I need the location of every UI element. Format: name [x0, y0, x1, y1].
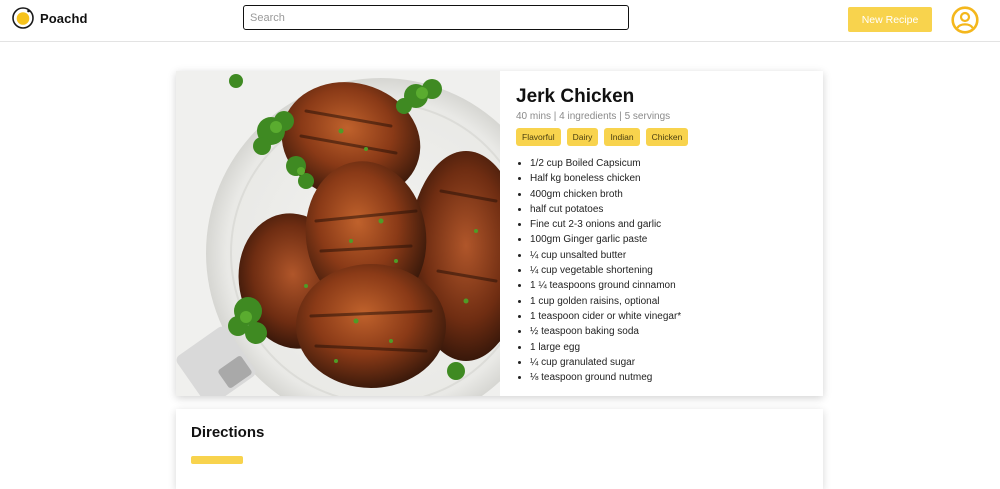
- search-input[interactable]: [243, 5, 629, 30]
- recipe-meta: 40 mins | 4 ingredients | 5 servings: [516, 111, 671, 122]
- ingredient-item: 1 ¼ teaspoons ground cinnamon: [530, 278, 816, 293]
- ingredient-item: ⅛ teaspoon ground nutmeg: [530, 370, 816, 385]
- logo-link[interactable]: Poachd: [12, 7, 88, 29]
- directions-card: Directions: [176, 409, 823, 489]
- ingredient-item: Half kg boneless chicken: [530, 171, 816, 186]
- ingredient-item: ¼ cup unsalted butter: [530, 248, 816, 263]
- user-avatar-icon[interactable]: [951, 6, 979, 34]
- directions-step-bar: [191, 456, 243, 464]
- ingredient-item: half cut potatoes: [530, 202, 816, 217]
- ingredient-item: ¼ cup granulated sugar: [530, 355, 816, 370]
- top-navbar: Poachd New Recipe: [0, 0, 1000, 42]
- ingredient-item: 1 cup golden raisins, optional: [530, 294, 816, 309]
- ingredient-item: ½ teaspoon baking soda: [530, 324, 816, 339]
- ingredient-item: 1/2 cup Boiled Capsicum: [530, 156, 816, 171]
- recipe-card: Jerk Chicken 40 mins | 4 ingredients | 5…: [176, 71, 823, 396]
- directions-heading: Directions: [191, 424, 265, 441]
- tag-list: Flavorful Dairy Indian Chicken: [516, 128, 816, 146]
- tag-chip[interactable]: Dairy: [566, 128, 599, 146]
- tag-chip[interactable]: Chicken: [645, 128, 689, 146]
- tag-chip[interactable]: Indian: [604, 128, 640, 146]
- egg-logo-icon: [12, 7, 34, 29]
- ingredient-item: 400gm chicken broth: [530, 187, 816, 202]
- ingredient-item: 100gm Ginger garlic paste: [530, 232, 816, 247]
- app-name: Poachd: [40, 10, 88, 26]
- recipe-photo: [176, 71, 500, 396]
- ingredient-item: 1 teaspoon cider or white vinegar*: [530, 309, 816, 324]
- ingredient-item: ¼ cup vegetable shortening: [530, 263, 816, 278]
- recipe-title: Jerk Chicken: [516, 86, 635, 107]
- ingredient-item: Fine cut 2-3 onions and garlic: [530, 217, 816, 232]
- new-recipe-button[interactable]: New Recipe: [848, 7, 932, 32]
- ingredient-list: 1/2 cup Boiled Capsicum Half kg boneless…: [516, 156, 816, 385]
- ingredient-item: 1 large egg: [530, 340, 816, 355]
- recipe-info: Jerk Chicken 40 mins | 4 ingredients | 5…: [516, 85, 816, 385]
- tag-chip[interactable]: Flavorful: [516, 128, 561, 146]
